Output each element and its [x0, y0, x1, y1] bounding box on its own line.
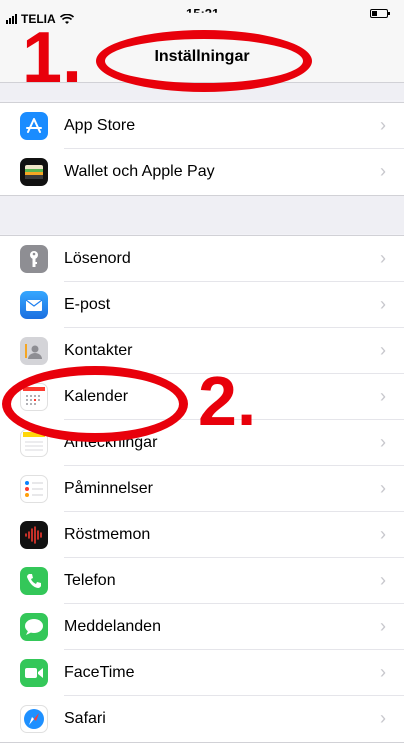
settings-row-facetime[interactable]: FaceTime › — [0, 650, 404, 696]
voice-memos-icon — [20, 521, 48, 549]
chevron-right-icon: › — [380, 340, 386, 360]
settings-row-mail[interactable]: E-post › — [0, 282, 404, 328]
messages-icon — [20, 613, 48, 641]
settings-row-passwords[interactable]: Lösenord › — [0, 236, 404, 282]
chevron-right-icon: › — [380, 248, 386, 268]
row-label: E-post — [64, 296, 111, 313]
section-spacer — [0, 196, 404, 234]
row-label: Safari — [64, 710, 106, 727]
row-label: Påminnelser — [64, 480, 153, 497]
wallet-icon — [20, 158, 48, 186]
chevron-right-icon: › — [380, 708, 386, 728]
chevron-right-icon: › — [380, 294, 386, 314]
contacts-icon — [20, 337, 48, 365]
settings-group-apps: Lösenord › E-post › Kontakter › Kalender… — [0, 235, 404, 743]
row-label: Wallet och Apple Pay — [64, 163, 215, 180]
annotation-ellipse-calendar — [2, 366, 188, 442]
settings-row-phone[interactable]: Telefon › — [0, 558, 404, 604]
settings-row-app-store[interactable]: App Store › — [0, 103, 404, 149]
row-label: Kontakter — [64, 342, 133, 359]
clock: 15:21 — [186, 6, 220, 21]
chevron-right-icon: › — [380, 115, 386, 135]
row-label: Telefon — [64, 572, 116, 589]
row-label: Meddelanden — [64, 618, 161, 635]
key-icon — [20, 245, 48, 273]
app-store-icon — [20, 112, 48, 140]
chevron-right-icon: › — [380, 386, 386, 406]
facetime-icon — [20, 659, 48, 687]
annotation-ellipse-title — [96, 30, 312, 92]
row-label: Lösenord — [64, 250, 131, 267]
settings-row-wallet[interactable]: Wallet och Apple Pay › — [0, 149, 404, 195]
settings-row-safari[interactable]: Safari › — [0, 696, 404, 742]
chevron-right-icon: › — [380, 662, 386, 682]
row-label: FaceTime — [64, 664, 135, 681]
row-label: Röstmemon — [64, 526, 151, 543]
chevron-right-icon: › — [380, 570, 386, 590]
phone-icon — [20, 567, 48, 595]
annotation-step-2: 2. — [198, 362, 257, 440]
chevron-right-icon: › — [380, 616, 386, 636]
battery-icon — [370, 9, 390, 18]
chevron-right-icon: › — [380, 432, 386, 452]
settings-row-messages[interactable]: Meddelanden › — [0, 604, 404, 650]
reminders-icon — [20, 475, 48, 503]
chevron-right-icon: › — [380, 161, 386, 181]
annotation-step-1: 1. — [22, 18, 83, 98]
row-label: App Store — [64, 117, 136, 134]
settings-group-store: App Store › Wallet och Apple Pay › — [0, 102, 404, 196]
chevron-right-icon: › — [380, 524, 386, 544]
settings-row-reminders[interactable]: Påminnelser › — [0, 466, 404, 512]
settings-row-voice-memos[interactable]: Röstmemon › — [0, 512, 404, 558]
chevron-right-icon: › — [380, 478, 386, 498]
mail-icon — [20, 291, 48, 319]
signal-icon — [6, 14, 17, 24]
safari-icon — [20, 705, 48, 733]
